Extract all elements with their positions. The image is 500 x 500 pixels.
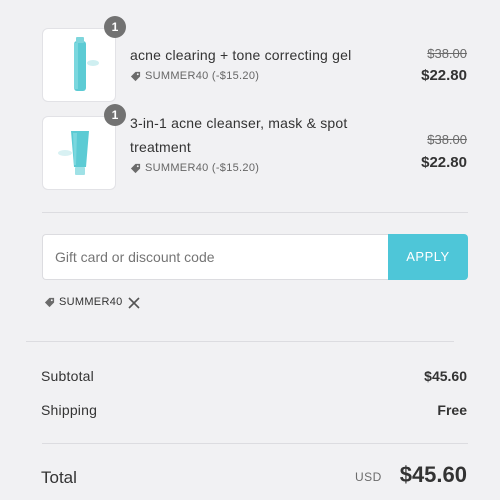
- tag-icon: [130, 71, 141, 81]
- item-discount: SUMMER40 (-$15.20): [130, 70, 259, 82]
- item-discount-label: SUMMER40 (-$15.20): [145, 70, 260, 82]
- product-thumbnail: [42, 116, 116, 190]
- discount-code-input[interactable]: [42, 234, 388, 280]
- subtotal-label: Subtotal: [41, 368, 94, 384]
- discounted-price: $22.80: [421, 154, 467, 171]
- quantity-badge: 1: [104, 104, 126, 126]
- product-title: acne clearing + tone correcting gel: [130, 47, 352, 63]
- total-label: Total: [41, 468, 77, 487]
- subtotal-value: $45.60: [424, 368, 467, 384]
- original-price: $38.00: [427, 132, 467, 147]
- product-title: 3-in-1 acne cleanser, mask & spot: [130, 115, 348, 131]
- applied-discount-tag: SUMMER40: [44, 296, 123, 308]
- product-thumbnail: [42, 28, 116, 102]
- quantity-badge: 1: [104, 16, 126, 38]
- apply-button[interactable]: APPLY: [388, 234, 468, 280]
- currency-code: USD: [355, 470, 382, 484]
- item-discount-label: SUMMER40 (-$15.20): [145, 162, 260, 174]
- gel-bottle-image: [74, 37, 99, 91]
- cleanser-tube-image: [58, 131, 89, 175]
- item-discount: SUMMER40 (-$15.20): [130, 162, 259, 174]
- line-item: 1 acne clearing + tone correcting gel SU…: [0, 16, 500, 104]
- remove-discount-icon[interactable]: [127, 296, 141, 310]
- divider: [26, 341, 454, 342]
- applied-discount-code: SUMMER40: [59, 296, 123, 308]
- divider: [42, 443, 468, 444]
- shipping-value: Free: [437, 402, 467, 418]
- divider: [42, 212, 468, 213]
- product-title-line2: treatment: [130, 139, 191, 155]
- tag-icon: [44, 297, 55, 307]
- total-value: $45.60: [399, 462, 467, 487]
- discounted-price: $22.80: [421, 67, 467, 84]
- line-item: 1 3-in-1 acne cleanser, mask & spot trea…: [0, 104, 500, 192]
- shipping-label: Shipping: [41, 402, 98, 418]
- original-price: $38.00: [427, 46, 467, 61]
- tag-icon: [130, 163, 141, 173]
